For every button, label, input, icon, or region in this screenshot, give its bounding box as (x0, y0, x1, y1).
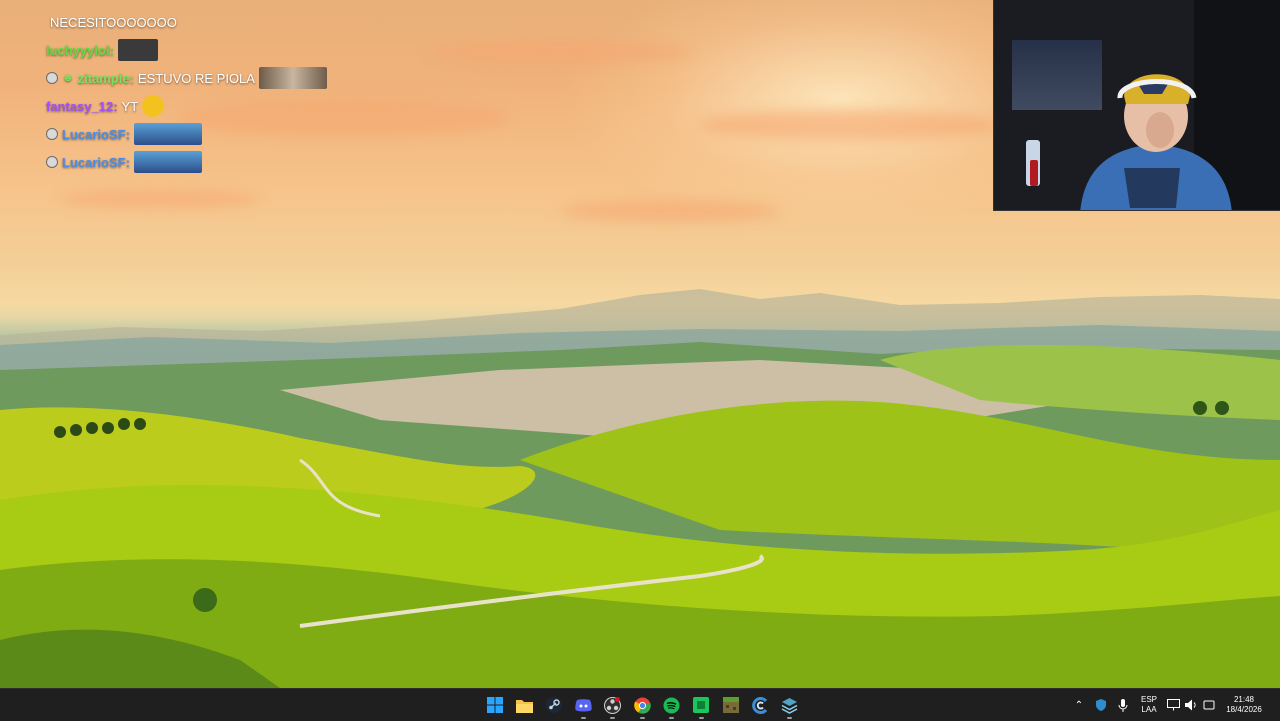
chat-message: luchyyylol: (46, 36, 386, 64)
running-indicator (610, 717, 616, 719)
chat-message: NECESITOOOOOOO (46, 8, 386, 36)
discord-button[interactable] (569, 689, 599, 721)
chat-text: ESTUVO RE PIOLA (137, 70, 255, 86)
stream-chat-overlay: NECESITOOOOOOO luchyyylol: ☻ zitample: E… (46, 8, 386, 176)
running-indicator (698, 717, 704, 719)
stack-app-button[interactable] (775, 689, 805, 721)
cat-emote (117, 39, 158, 61)
red-can (1030, 160, 1038, 186)
stack-app-icon (781, 697, 798, 714)
running-indicator (580, 717, 586, 719)
steam-button[interactable] (539, 689, 569, 721)
chat-text: YT (121, 98, 139, 114)
language-code: ESP (1140, 695, 1157, 704)
keyboard-layout: LAA (1141, 705, 1157, 714)
input-language-button[interactable]: ESP LAA (1134, 689, 1164, 721)
cloud (560, 200, 780, 222)
microphone-tray-button[interactable] (1112, 689, 1134, 721)
start-button[interactable] (480, 689, 510, 721)
chat-username: LucarioSF: (62, 126, 130, 142)
frog-badge-icon: ☻ (62, 72, 74, 84)
chat-message: ☻ zitample: ESTUVO RE PIOLA (46, 64, 386, 92)
steam-icon (545, 697, 562, 713)
running-indicator (669, 717, 675, 719)
obs-icon (604, 696, 622, 714)
car-emote (133, 123, 202, 145)
discord-icon (575, 698, 592, 711)
chat-badge-icon (46, 72, 58, 84)
running-indicator (787, 717, 793, 719)
show-hidden-icons-button[interactable]: ⌃ (1068, 689, 1090, 721)
chat-message: LucarioSF: (46, 148, 386, 176)
chat-text: NECESITOOOOOOO (50, 14, 177, 30)
obs-button[interactable] (598, 689, 628, 721)
car-emote (133, 151, 202, 173)
file-explorer-button[interactable] (510, 689, 540, 721)
ccleaner-icon (751, 696, 767, 714)
taskbar: ⌃ ESP LAA 21:48 18/4/2026 (0, 688, 1280, 721)
green-app-icon (693, 697, 710, 713)
running-indicator (639, 717, 645, 719)
folder-icon (515, 699, 533, 713)
monitor-network-icon (1166, 699, 1180, 711)
microphone-icon (1118, 698, 1128, 712)
spotify-icon (663, 697, 680, 713)
webcam-overlay (993, 0, 1280, 211)
shield-icon (1096, 699, 1106, 711)
power-icon (1203, 700, 1215, 710)
ccleaner-button[interactable] (746, 689, 776, 721)
faces-emote (258, 67, 327, 89)
network-tray-button[interactable] (1164, 689, 1182, 721)
clock-button[interactable]: 21:48 18/4/2026 (1218, 689, 1270, 721)
cloud (430, 40, 690, 64)
clock-date: 18/4/2026 (1226, 705, 1262, 714)
security-tray-button[interactable] (1090, 689, 1112, 721)
rolling-hills (0, 342, 1280, 688)
chat-username: luchyyylol: (46, 42, 114, 58)
chat-badge-icon (46, 128, 58, 140)
face-emote (142, 95, 165, 117)
speaker-icon (1184, 699, 1196, 711)
chat-message: fantasy_12: YT (46, 92, 386, 120)
chrome-icon (633, 697, 651, 714)
chat-message: LucarioSF: (46, 120, 386, 148)
minecraft-icon (722, 697, 739, 713)
clock-time: 21:48 (1233, 695, 1255, 704)
chat-username: zitample: (77, 70, 134, 86)
chrome-button[interactable] (628, 689, 658, 721)
chat-username: fantasy_12: (46, 98, 118, 114)
cloud (700, 110, 1000, 140)
green-app-button[interactable] (687, 689, 717, 721)
chevron-up-icon: ⌃ (1074, 699, 1084, 711)
streamer-figure (1080, 74, 1232, 210)
system-tray: ⌃ ESP LAA 21:48 18/4/2026 (1068, 689, 1280, 721)
chat-username: LucarioSF: (62, 154, 130, 170)
volume-tray-button[interactable] (1182, 689, 1200, 721)
battery-tray-button[interactable] (1200, 689, 1218, 721)
taskbar-app-list (480, 689, 805, 721)
chat-badge-icon (46, 156, 58, 168)
minecraft-button[interactable] (716, 689, 746, 721)
cloud (60, 190, 260, 208)
start-icon (486, 697, 503, 713)
spotify-button[interactable] (657, 689, 687, 721)
show-desktop-button[interactable] (1270, 689, 1280, 721)
